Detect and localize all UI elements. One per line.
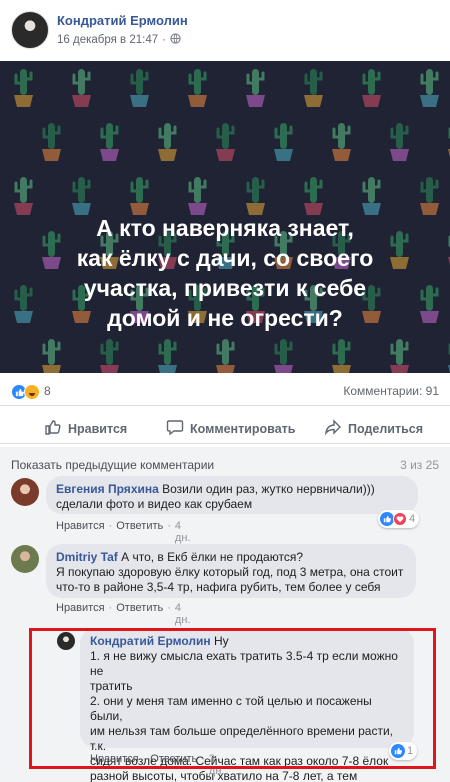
thumbs-up-icon	[44, 418, 62, 439]
commenter-avatar[interactable]	[11, 478, 39, 506]
comment-reply-link[interactable]: Ответить	[116, 520, 163, 544]
like-button-label: Нравится	[68, 421, 128, 436]
commenter-name[interactable]: Dmitriy Taf	[56, 550, 118, 564]
like-reaction-icon	[380, 512, 394, 526]
share-button-label: Поделиться	[348, 421, 424, 436]
cactus-decoration	[130, 69, 149, 107]
cactus-decoration	[14, 177, 33, 215]
cactus-decoration	[158, 339, 177, 373]
cactus-decoration	[332, 123, 351, 161]
comment-meta: Нравится · Ответить · 4 дн.	[56, 520, 190, 544]
comment-like-link[interactable]: Нравится	[56, 602, 105, 626]
post-timestamp[interactable]: 16 декабря в 21:47	[57, 34, 158, 46]
like-button[interactable]: Нравится	[44, 418, 127, 439]
comment-bubble: Евгения Пряхина Возили один раз, жутко н…	[46, 476, 418, 514]
comment-bubble: Dmitriy Taf А что, в Екб ёлки не продают…	[46, 544, 416, 598]
globe-icon[interactable]	[170, 33, 181, 47]
comment-button-label: Комментировать	[190, 421, 296, 436]
share-arrow-icon	[324, 418, 342, 439]
cactus-decoration	[274, 339, 293, 373]
comment-bubble-icon	[166, 418, 184, 439]
comments-counter: 3 из 25	[400, 458, 439, 472]
cactus-decoration	[420, 285, 439, 323]
meta-separator: ·	[108, 520, 113, 532]
show-previous-comments-link[interactable]: Показать предыдущие комментарии	[11, 458, 214, 472]
post-background-image[interactable]: А кто наверняка знает, как ёлку с дачи, …	[0, 61, 450, 373]
meta-separator: ·	[167, 520, 171, 532]
cactus-decoration	[420, 177, 439, 215]
reactions-count[interactable]: 8	[44, 384, 51, 398]
commenter-name[interactable]: Евгения Пряхина	[56, 482, 159, 496]
post-text: А кто наверняка знает, как ёлку с дачи, …	[76, 215, 374, 331]
post-meta: 16 декабря в 21:47 ·	[57, 33, 181, 47]
share-button[interactable]: Поделиться	[324, 418, 423, 439]
comment-time[interactable]: 4 дн.	[175, 602, 191, 626]
cactus-decoration	[420, 69, 439, 107]
cactus-decoration	[14, 69, 33, 107]
haha-reaction-icon	[24, 384, 40, 400]
commenter-avatar[interactable]	[11, 545, 39, 573]
meta-separator: ·	[167, 602, 171, 614]
cactus-decoration	[246, 69, 265, 107]
comment-like-link[interactable]: Нравится	[56, 520, 105, 544]
cactus-decoration	[362, 177, 381, 215]
cactus-decoration	[158, 123, 177, 161]
post-actions: Нравится Комментировать Поделиться	[0, 410, 450, 444]
cactus-decoration	[188, 69, 207, 107]
comment-reply-link[interactable]: Ответить	[116, 602, 163, 626]
cactus-decoration	[188, 177, 207, 215]
cactus-decoration	[72, 69, 91, 107]
post-header: Кондратий Ермолин 16 декабря в 21:47 ·	[0, 0, 450, 60]
comment-time[interactable]: 4 дн.	[175, 520, 191, 544]
cactus-decoration	[390, 123, 409, 161]
cactus-decoration	[216, 123, 235, 161]
cactus-decoration	[100, 123, 119, 161]
author-avatar[interactable]	[11, 11, 49, 49]
cactus-decoration	[72, 177, 91, 215]
comments-count-link[interactable]: Комментарии: 91	[343, 384, 439, 398]
cactus-decoration	[274, 123, 293, 161]
cactus-decoration	[130, 177, 149, 215]
cactus-decoration	[304, 177, 323, 215]
cactus-decoration	[100, 339, 119, 373]
meta-separator: ·	[108, 602, 113, 614]
heart-reaction-icon	[393, 512, 407, 526]
cactus-decoration	[42, 123, 61, 161]
comment-button[interactable]: Комментировать	[166, 418, 295, 439]
cactus-decoration	[246, 177, 265, 215]
highlight-frame	[29, 628, 436, 769]
post-author-name[interactable]: Кондратий Ермолин	[57, 13, 188, 28]
cactus-decoration	[216, 339, 235, 373]
cactus-decoration	[304, 69, 323, 107]
cactus-decoration	[42, 339, 61, 373]
comment-reactions-badge[interactable]: 4	[378, 510, 420, 528]
comment-reactions-count: 4	[409, 513, 416, 525]
meta-separator: ·	[162, 34, 166, 46]
comment-meta: Нравится · Ответить · 4 дн.	[56, 602, 190, 626]
cactus-decoration	[390, 339, 409, 373]
reaction-icons[interactable]	[11, 384, 40, 400]
cactus-decoration	[362, 69, 381, 107]
reactions-summary: 8 Комментарии: 91	[0, 376, 450, 406]
cactus-decoration	[332, 339, 351, 373]
